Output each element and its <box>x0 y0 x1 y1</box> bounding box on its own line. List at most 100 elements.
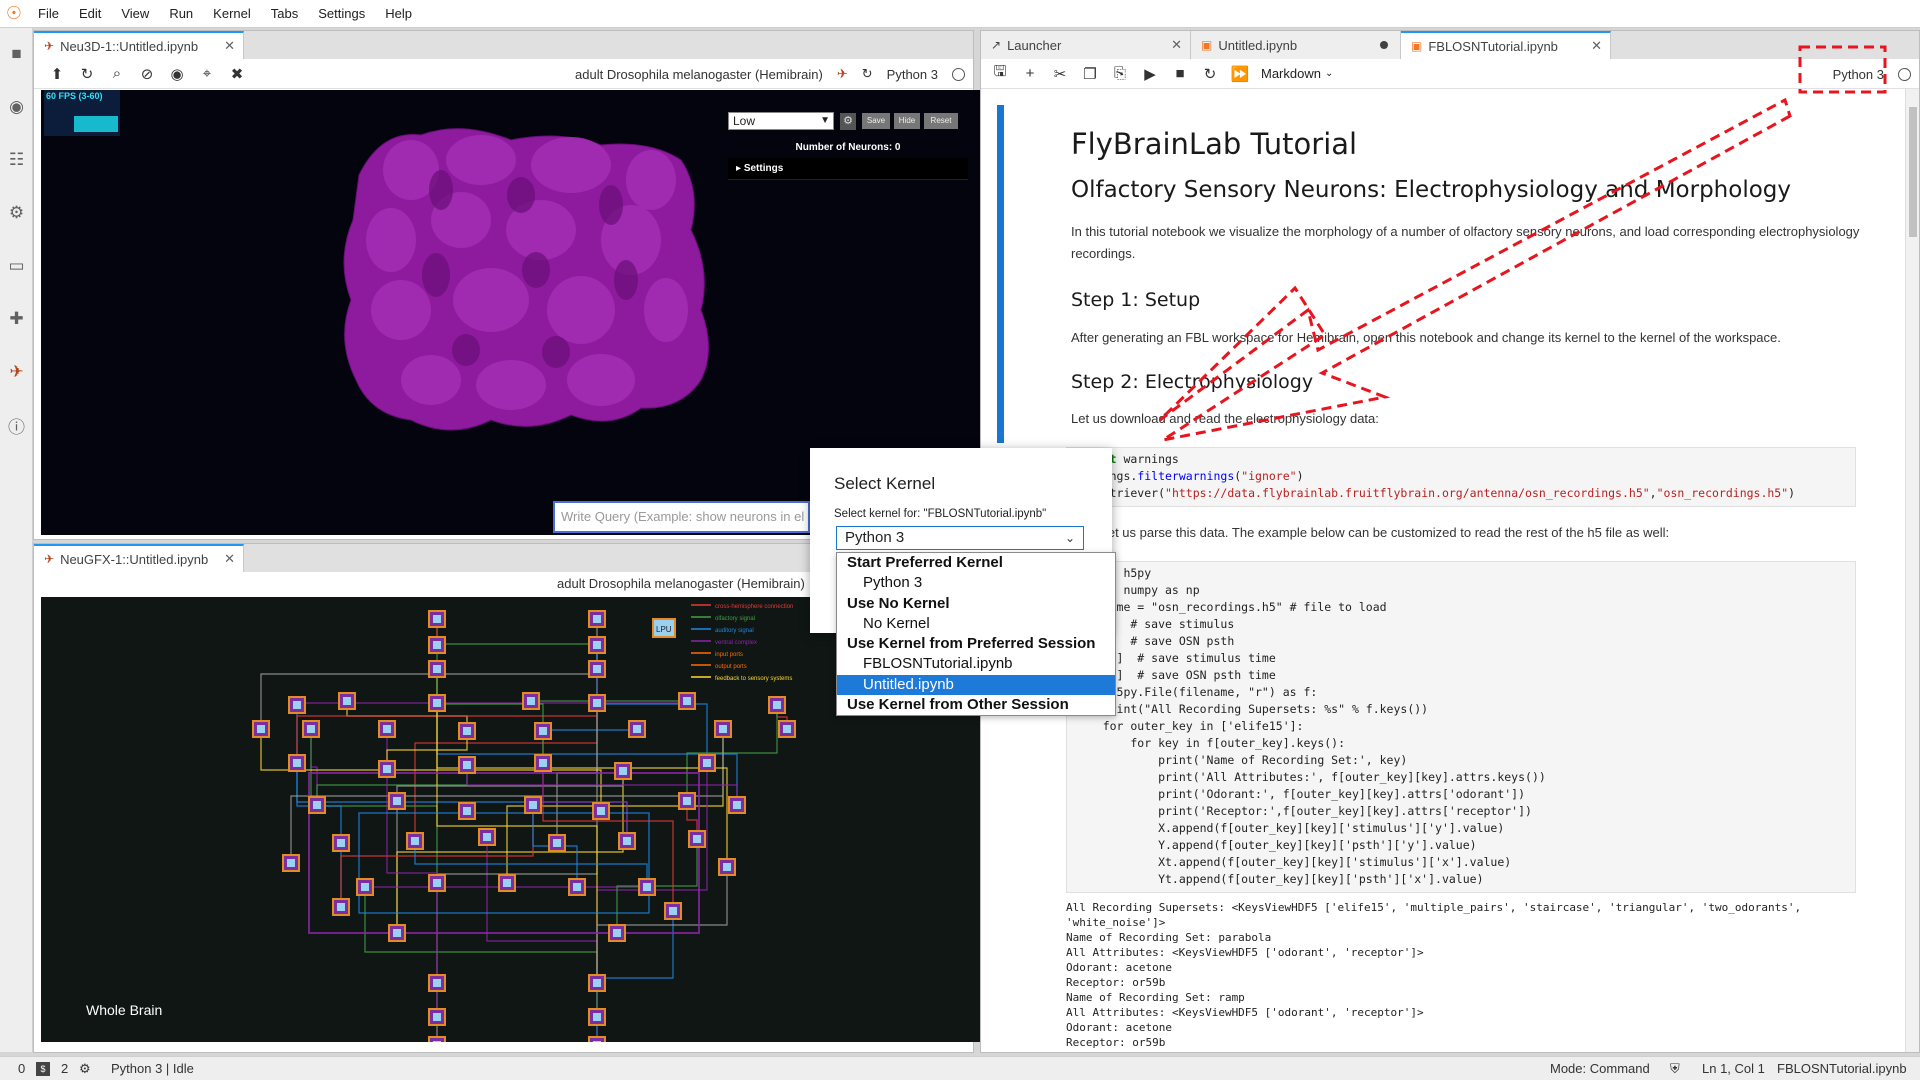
kernel-gear-icon[interactable]: ⚙ <box>79 1061 91 1077</box>
running-icon[interactable]: ◉ <box>0 87 33 127</box>
stop-icon[interactable]: ■ <box>1165 59 1195 89</box>
menu-kernel[interactable]: Kernel <box>203 0 261 28</box>
paste-icon[interactable]: ⎘ <box>1105 59 1135 89</box>
tab-untitled[interactable]: ▣ Untitled.ipynb <box>1191 31 1401 59</box>
output-cell: All Recording Supersets: <KeysViewHDF5 [… <box>1066 901 1866 1051</box>
flybrainlab-icon: ✈ <box>836 66 848 81</box>
query-input[interactable]: Write Query (Example: show neurons in el <box>553 501 810 533</box>
step1-heading: Step 1: Setup <box>1071 289 1201 311</box>
flybrainlab-icon[interactable]: ✈ <box>0 352 33 392</box>
mode-indicator[interactable]: Mode: Command <box>1550 1061 1650 1076</box>
refresh-icon[interactable]: ↻ <box>862 66 873 82</box>
kernel-select[interactable]: Python 3 ⌄ <box>836 526 1084 550</box>
save-button[interactable]: Save <box>862 113 890 129</box>
lpu-node-core <box>573 883 581 891</box>
lpu-node-core <box>287 859 295 867</box>
restart-icon[interactable]: ↻ <box>1195 59 1225 89</box>
option-no-kernel[interactable]: No Kernel <box>837 614 1115 634</box>
menu-tabs[interactable]: Tabs <box>261 0 308 28</box>
detail-level-select[interactable]: Low ▼ <box>728 112 834 130</box>
close-icon[interactable]: ✕ <box>224 38 235 54</box>
settings-toggle[interactable]: ▸ Settings <box>728 158 968 180</box>
pin-icon[interactable]: ⌖ <box>192 59 222 89</box>
kernel-name[interactable]: Python 3 <box>887 67 938 82</box>
option-python3[interactable]: Python 3 <box>837 573 1115 593</box>
refresh-icon[interactable]: ↻ <box>72 59 102 89</box>
upload-icon[interactable]: ⬆ <box>42 59 72 89</box>
scrollbar[interactable] <box>1905 89 1919 1052</box>
code-cell-parse[interactable]: import h5py import numpy as np filename = … <box>1066 561 1856 893</box>
notebook-panel: ↗ Launcher ✕ ▣ Untitled.ipynb ▣ FBLOSNTu… <box>980 30 1920 1053</box>
scrollbar-thumb[interactable] <box>1909 107 1917 237</box>
left-sidebar: ■ ◉ ☷ ⚙ ▭ ✚ ✈ ⓘ <box>0 28 33 1052</box>
close-icon[interactable]: ✕ <box>1171 37 1182 53</box>
tab-label: Neu3D-1::Untitled.ipynb <box>60 38 199 54</box>
code-cell-download[interactable]: import warnings warnings.filterwarnings(… <box>1066 447 1856 507</box>
tab-launcher[interactable]: ↗ Launcher ✕ <box>981 31 1191 59</box>
help-icon[interactable]: ⓘ <box>0 405 33 445</box>
notebook-content[interactable]: FlyBrainLab Tutorial Olfactory Sensory N… <box>981 89 1919 1052</box>
flybrainlab-icon: ✈ <box>44 39 55 53</box>
unsaved-dot-icon[interactable] <box>1380 41 1388 49</box>
cell-type-select[interactable]: Markdown ⌄ <box>1261 66 1333 81</box>
close-icon[interactable]: ✕ <box>224 551 235 567</box>
menu-view[interactable]: View <box>111 0 159 28</box>
trash-icon[interactable]: ✖ <box>222 59 252 89</box>
detail-level-value: Low <box>733 114 756 128</box>
menu-file[interactable]: File <box>28 0 69 28</box>
circuit-wire <box>364 887 598 1017</box>
folder-icon[interactable]: ■ <box>0 34 33 74</box>
neuron-count: Number of Neurons: 0 <box>795 142 901 153</box>
option-untitled[interactable]: Untitled.ipynb <box>837 674 1115 696</box>
code-line: import h5py <box>1075 566 1152 580</box>
code-line: Y.append(f[outer_key][key]['psth']['y'].… <box>1075 838 1477 852</box>
zoom-icon[interactable]: ⌕ <box>102 59 132 89</box>
lpu-node-core <box>433 699 441 707</box>
menu-help[interactable]: Help <box>375 0 422 28</box>
status-bar: 0 $ 2 ⚙ Python 3 | Idle Mode: Command ⛨ … <box>0 1056 1920 1080</box>
kernel-status[interactable]: Python 3 | Idle <box>111 1061 194 1076</box>
kernel-name-button[interactable]: Python 3 <box>1833 67 1884 82</box>
lpu-node-core <box>723 863 731 871</box>
hide-icon[interactable]: ⊘ <box>132 59 162 89</box>
lpu-node-core <box>411 837 419 845</box>
menu-settings[interactable]: Settings <box>308 0 375 28</box>
terminal-icon[interactable]: $ <box>36 1062 50 1076</box>
commands-icon[interactable]: ☷ <box>0 140 33 180</box>
tab-neu3d[interactable]: ✈ Neu3D-1::Untitled.ipynb ✕ <box>34 31 244 59</box>
menu-edit[interactable]: Edit <box>69 0 111 28</box>
optgroup-start-preferred: Start Preferred Kernel <box>847 554 1003 571</box>
lpu-node-core <box>683 697 691 705</box>
close-icon[interactable]: ✕ <box>1591 38 1602 54</box>
add-cell-icon[interactable]: + <box>1015 59 1045 89</box>
trust-icon[interactable]: ⛨ <box>1670 1061 1680 1077</box>
code-line: Yt = [] # save OSN psth time <box>1075 668 1276 682</box>
output-line: Receptor: or59b <box>1066 1036 1166 1049</box>
cursor-position[interactable]: Ln 1, Col 1 <box>1702 1061 1765 1076</box>
cut-icon[interactable]: ✂ <box>1045 59 1075 89</box>
property-inspector-icon[interactable]: ⚙ <box>0 193 33 233</box>
run-icon[interactable]: ▶ <box>1135 59 1165 89</box>
option-fblosntutorial[interactable]: FBLOSNTutorial.ipynb <box>837 654 1115 674</box>
active-cell-indicator <box>997 105 1004 443</box>
reset-button[interactable]: Reset <box>924 113 958 129</box>
extension-icon[interactable]: ✚ <box>0 299 33 339</box>
hide-button[interactable]: Hide <box>894 113 920 129</box>
menu-run[interactable]: Run <box>159 0 203 28</box>
save-icon[interactable]: 🖫 <box>985 59 1015 89</box>
fast-forward-icon[interactable]: ⏩ <box>1225 59 1255 89</box>
code-line: import numpy as np <box>1075 583 1200 597</box>
copy-icon[interactable]: ❐ <box>1075 59 1105 89</box>
tabs-icon[interactable]: ▭ <box>0 246 33 286</box>
lpu-node-core <box>597 807 605 815</box>
lpu-node-core <box>293 701 301 709</box>
code-line: warnings.filterwarnings("ignore") <box>1075 469 1304 483</box>
eye-icon[interactable]: ◉ <box>162 59 192 89</box>
tab-fblosntutorial[interactable]: ▣ FBLOSNTutorial.ipynb ✕ <box>1401 31 1611 59</box>
gear-icon[interactable]: ⚙ <box>840 113 856 130</box>
step1-text: After generating an FBL workspace for He… <box>1071 330 1781 345</box>
lpu-node-core <box>343 697 351 705</box>
lpu-node-core <box>337 903 345 911</box>
code-line: urlRetriever("https://data.flybrainlab.f… <box>1075 486 1796 500</box>
tab-neugfx[interactable]: ✈ NeuGFX-1::Untitled.ipynb ✕ <box>34 544 244 572</box>
